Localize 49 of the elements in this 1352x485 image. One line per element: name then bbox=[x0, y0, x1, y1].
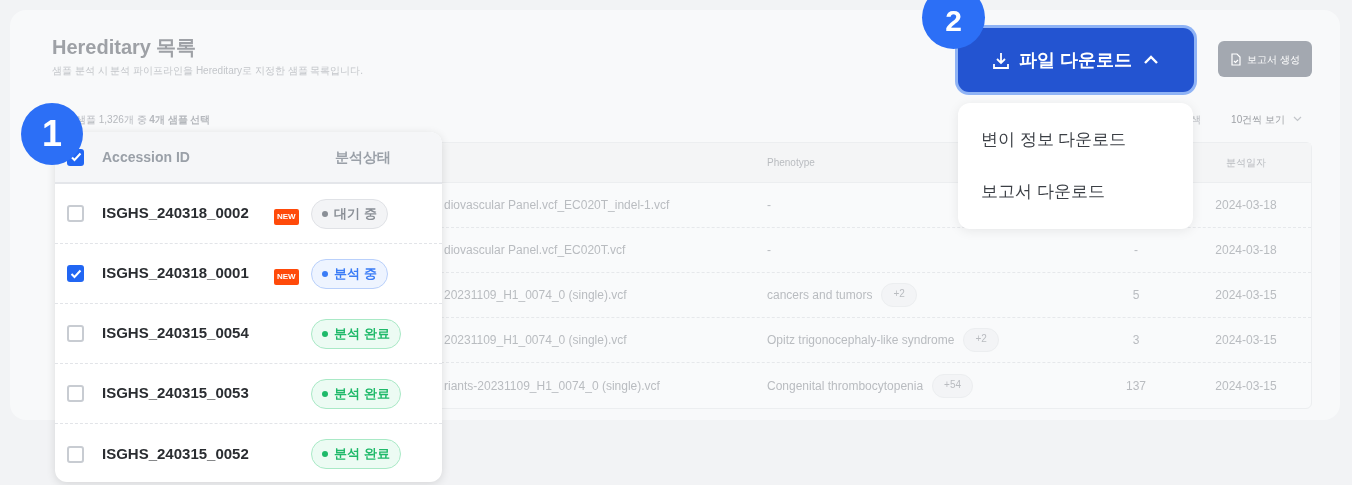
table-cell-text: diovascular Panel.vcf_EC020T_indel-1.vcf bbox=[444, 197, 670, 214]
column-header: Accession ID bbox=[102, 147, 190, 167]
accession-id: ISGHS_240315_0053 bbox=[102, 383, 250, 404]
chevron-down-icon bbox=[1293, 116, 1302, 122]
table-cell-text: - bbox=[767, 197, 771, 214]
status-pill: 분석 완료 bbox=[311, 378, 401, 409]
accession-id: ISGHS_240315_0054 bbox=[102, 323, 250, 344]
status-pill: 분석 중 bbox=[311, 258, 388, 289]
more-count-pill: +2 bbox=[963, 328, 999, 352]
menu-item[interactable]: 변이 정보 다운로드 bbox=[958, 114, 1193, 166]
status-pill: 분석 완료 bbox=[311, 318, 401, 349]
table-cell-text: 137 bbox=[1126, 377, 1146, 395]
table-cell-text: 5 bbox=[1132, 287, 1140, 304]
table-cell-text: 3 bbox=[1132, 332, 1140, 349]
accession-id: ISGHS_240318_0002 bbox=[102, 203, 250, 224]
table-cell-text: - bbox=[1134, 242, 1138, 259]
document-icon bbox=[1230, 52, 1243, 66]
status-pill: 대기 중 bbox=[311, 198, 388, 229]
status-pill: 분석 완료 bbox=[311, 439, 401, 469]
table-cell-text: cancers and tumors bbox=[767, 287, 873, 304]
table-cell-text: 20231109_H1_0074_0 (single).vcf bbox=[444, 332, 627, 349]
table-cell-text: 2024-03-18 bbox=[1215, 242, 1277, 259]
table-cell-text: riants-20231109_H1_0074_0 (single).vcf bbox=[444, 377, 660, 395]
column-header: 분석상태 bbox=[335, 147, 391, 167]
table-cell-text: 20231109_H1_0074_0 (single).vcf bbox=[444, 287, 627, 304]
column-header: 분석일자 bbox=[1226, 156, 1266, 170]
row-checkbox[interactable] bbox=[67, 205, 84, 222]
accession-id: ISGHS_240315_0052 bbox=[102, 443, 250, 464]
table-cell-text: 2024-03-15 bbox=[1215, 377, 1277, 395]
row-checkbox[interactable] bbox=[67, 325, 84, 342]
menu-item[interactable]: 보고서 다운로드 bbox=[958, 166, 1193, 218]
table-cell-text: Opitz trigonocephaly-like syndrome bbox=[767, 332, 955, 349]
new-badge: NEW bbox=[274, 268, 299, 285]
table-cell-text: 2024-03-15 bbox=[1215, 287, 1277, 304]
table-cell-text: 2024-03-15 bbox=[1215, 332, 1277, 349]
accession-id: ISGHS_240318_0001 bbox=[102, 263, 250, 284]
download-icon bbox=[993, 51, 1010, 69]
more-count-pill: +2 bbox=[881, 283, 917, 307]
row-checkbox[interactable] bbox=[67, 385, 84, 402]
new-badge: NEW bbox=[274, 208, 299, 225]
row-checkbox[interactable] bbox=[67, 445, 84, 463]
table-cell-text: diovascular Panel.vcf_EC020T.vcf bbox=[444, 242, 626, 259]
column-header: Phenotype bbox=[767, 156, 815, 170]
more-count-pill: +54 bbox=[932, 373, 974, 398]
row-checkbox[interactable] bbox=[67, 265, 84, 282]
table-cell-text: 2024-03-18 bbox=[1215, 197, 1277, 214]
table-cell-text: - bbox=[767, 242, 771, 259]
page-title: Hereditary 목록 bbox=[52, 35, 198, 60]
table-cell-text: Congenital thrombocytopenia bbox=[767, 377, 924, 395]
